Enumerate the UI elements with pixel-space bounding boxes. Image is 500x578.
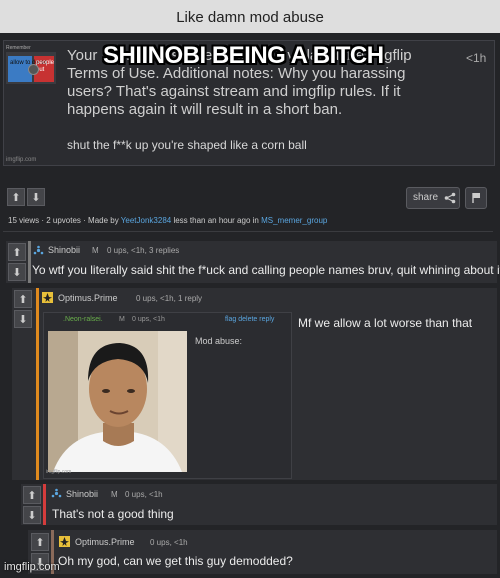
notice-reply: shut the f**k up you're shaped like a co… [67, 138, 307, 152]
comment-3-upvote-button[interactable]: ⬆ [23, 486, 41, 504]
comment-2-downvote-button[interactable]: ⬇ [14, 310, 32, 328]
avatar-icon [28, 64, 39, 75]
comment-4-meta: 0 ups, <1h [150, 538, 188, 547]
comment-1-username[interactable]: Shinobii [48, 245, 80, 255]
comment-3-username[interactable]: Shinobii [66, 489, 98, 499]
comment-3-text: That's not a good thing [52, 507, 174, 521]
flag-icon [472, 193, 480, 203]
arrow-down-icon: ⬇ [12, 267, 22, 279]
thumb-right-text: people out [36, 60, 55, 73]
comment-1-upvote-button[interactable]: ⬆ [8, 243, 26, 261]
shuriken-icon [51, 488, 62, 498]
post-stats: 15 views · 2 upvotes · Made by YeetJonk3… [8, 216, 327, 225]
flag-button[interactable] [465, 187, 487, 209]
notice-time: <1h [466, 51, 487, 65]
author-link[interactable]: YeetJonk3284 [121, 216, 171, 225]
comment-1-thread-bar [28, 241, 31, 283]
upvote-button[interactable]: ⬆ [7, 188, 25, 206]
thumb-label: Remember [6, 45, 31, 51]
stream-link[interactable]: MS_memer_group [261, 216, 327, 225]
arrow-up-icon: ⬆ [35, 537, 45, 549]
comment-1-mod-badge: M [92, 246, 99, 255]
arrow-up-icon: ⬆ [12, 247, 22, 259]
arrow-down-icon: ⬇ [31, 192, 41, 204]
comment-2-thread-bar [36, 288, 39, 480]
share-icon [444, 192, 456, 204]
comment-1-text: Yo wtf you literally said shit the f*uck… [32, 263, 500, 277]
divider [3, 231, 493, 232]
arrow-down-icon: ⬇ [27, 510, 37, 522]
inner-watermark: imgflip.com [46, 469, 72, 475]
meme-caption: SHIINOBI BEING A BITCH [103, 42, 384, 69]
comment-1-downvote-button[interactable]: ⬇ [8, 263, 26, 281]
inner-username: .Neon-ralsei. [63, 316, 103, 323]
stats-prefix: 15 views · 2 upvotes · Made by [8, 216, 119, 225]
comment-3-meta: 0 ups, <1h [125, 490, 163, 499]
comment-3-thread-bar [43, 484, 46, 525]
notice-thumbnail: Remember allow to do so people out [6, 45, 56, 84]
badge-icon [59, 536, 70, 547]
comment-1-meta: 0 ups, <1h, 3 replies [107, 246, 180, 255]
shuriken-icon [33, 245, 44, 255]
comment-2-username[interactable]: Optimus.Prime [58, 293, 118, 303]
selfie-image [48, 331, 187, 472]
post-title: Like damn mod abuse [176, 9, 324, 26]
downvote-button[interactable]: ⬇ [27, 188, 45, 206]
comment-3-mod-badge: M [111, 490, 118, 499]
inner-links: flag delete reply [225, 316, 275, 323]
share-button[interactable]: share [406, 187, 460, 209]
arrow-up-icon: ⬆ [27, 490, 37, 502]
arrow-up-icon: ⬆ [11, 192, 21, 204]
imgflip-watermark: imgflip.com [4, 561, 60, 573]
comment-2-meta: 0 ups, <1h, 1 reply [136, 294, 203, 303]
comment-2-upvote-button[interactable]: ⬆ [14, 290, 32, 308]
comment-4-text: Oh my god, can we get this guy demodded? [58, 554, 293, 568]
inner-mod-badge: M [119, 316, 125, 323]
badge-icon [42, 292, 53, 303]
arrow-down-icon: ⬇ [18, 314, 28, 326]
notice-watermark: imgflip.com [6, 157, 37, 163]
share-label: share [413, 192, 439, 203]
comment-4-upvote-button[interactable]: ⬆ [31, 533, 49, 551]
comment-4-username[interactable]: Optimus.Prime [75, 537, 135, 547]
stats-mid: less than an hour ago in [173, 216, 259, 225]
inner-text: Mod abuse: [195, 336, 243, 346]
comment-2-text: Mf we allow a lot worse than that [298, 316, 473, 330]
arrow-up-icon: ⬆ [18, 294, 28, 306]
comment-3-downvote-button[interactable]: ⬇ [23, 506, 41, 524]
inner-meta: 0 ups, <1h [132, 316, 165, 323]
